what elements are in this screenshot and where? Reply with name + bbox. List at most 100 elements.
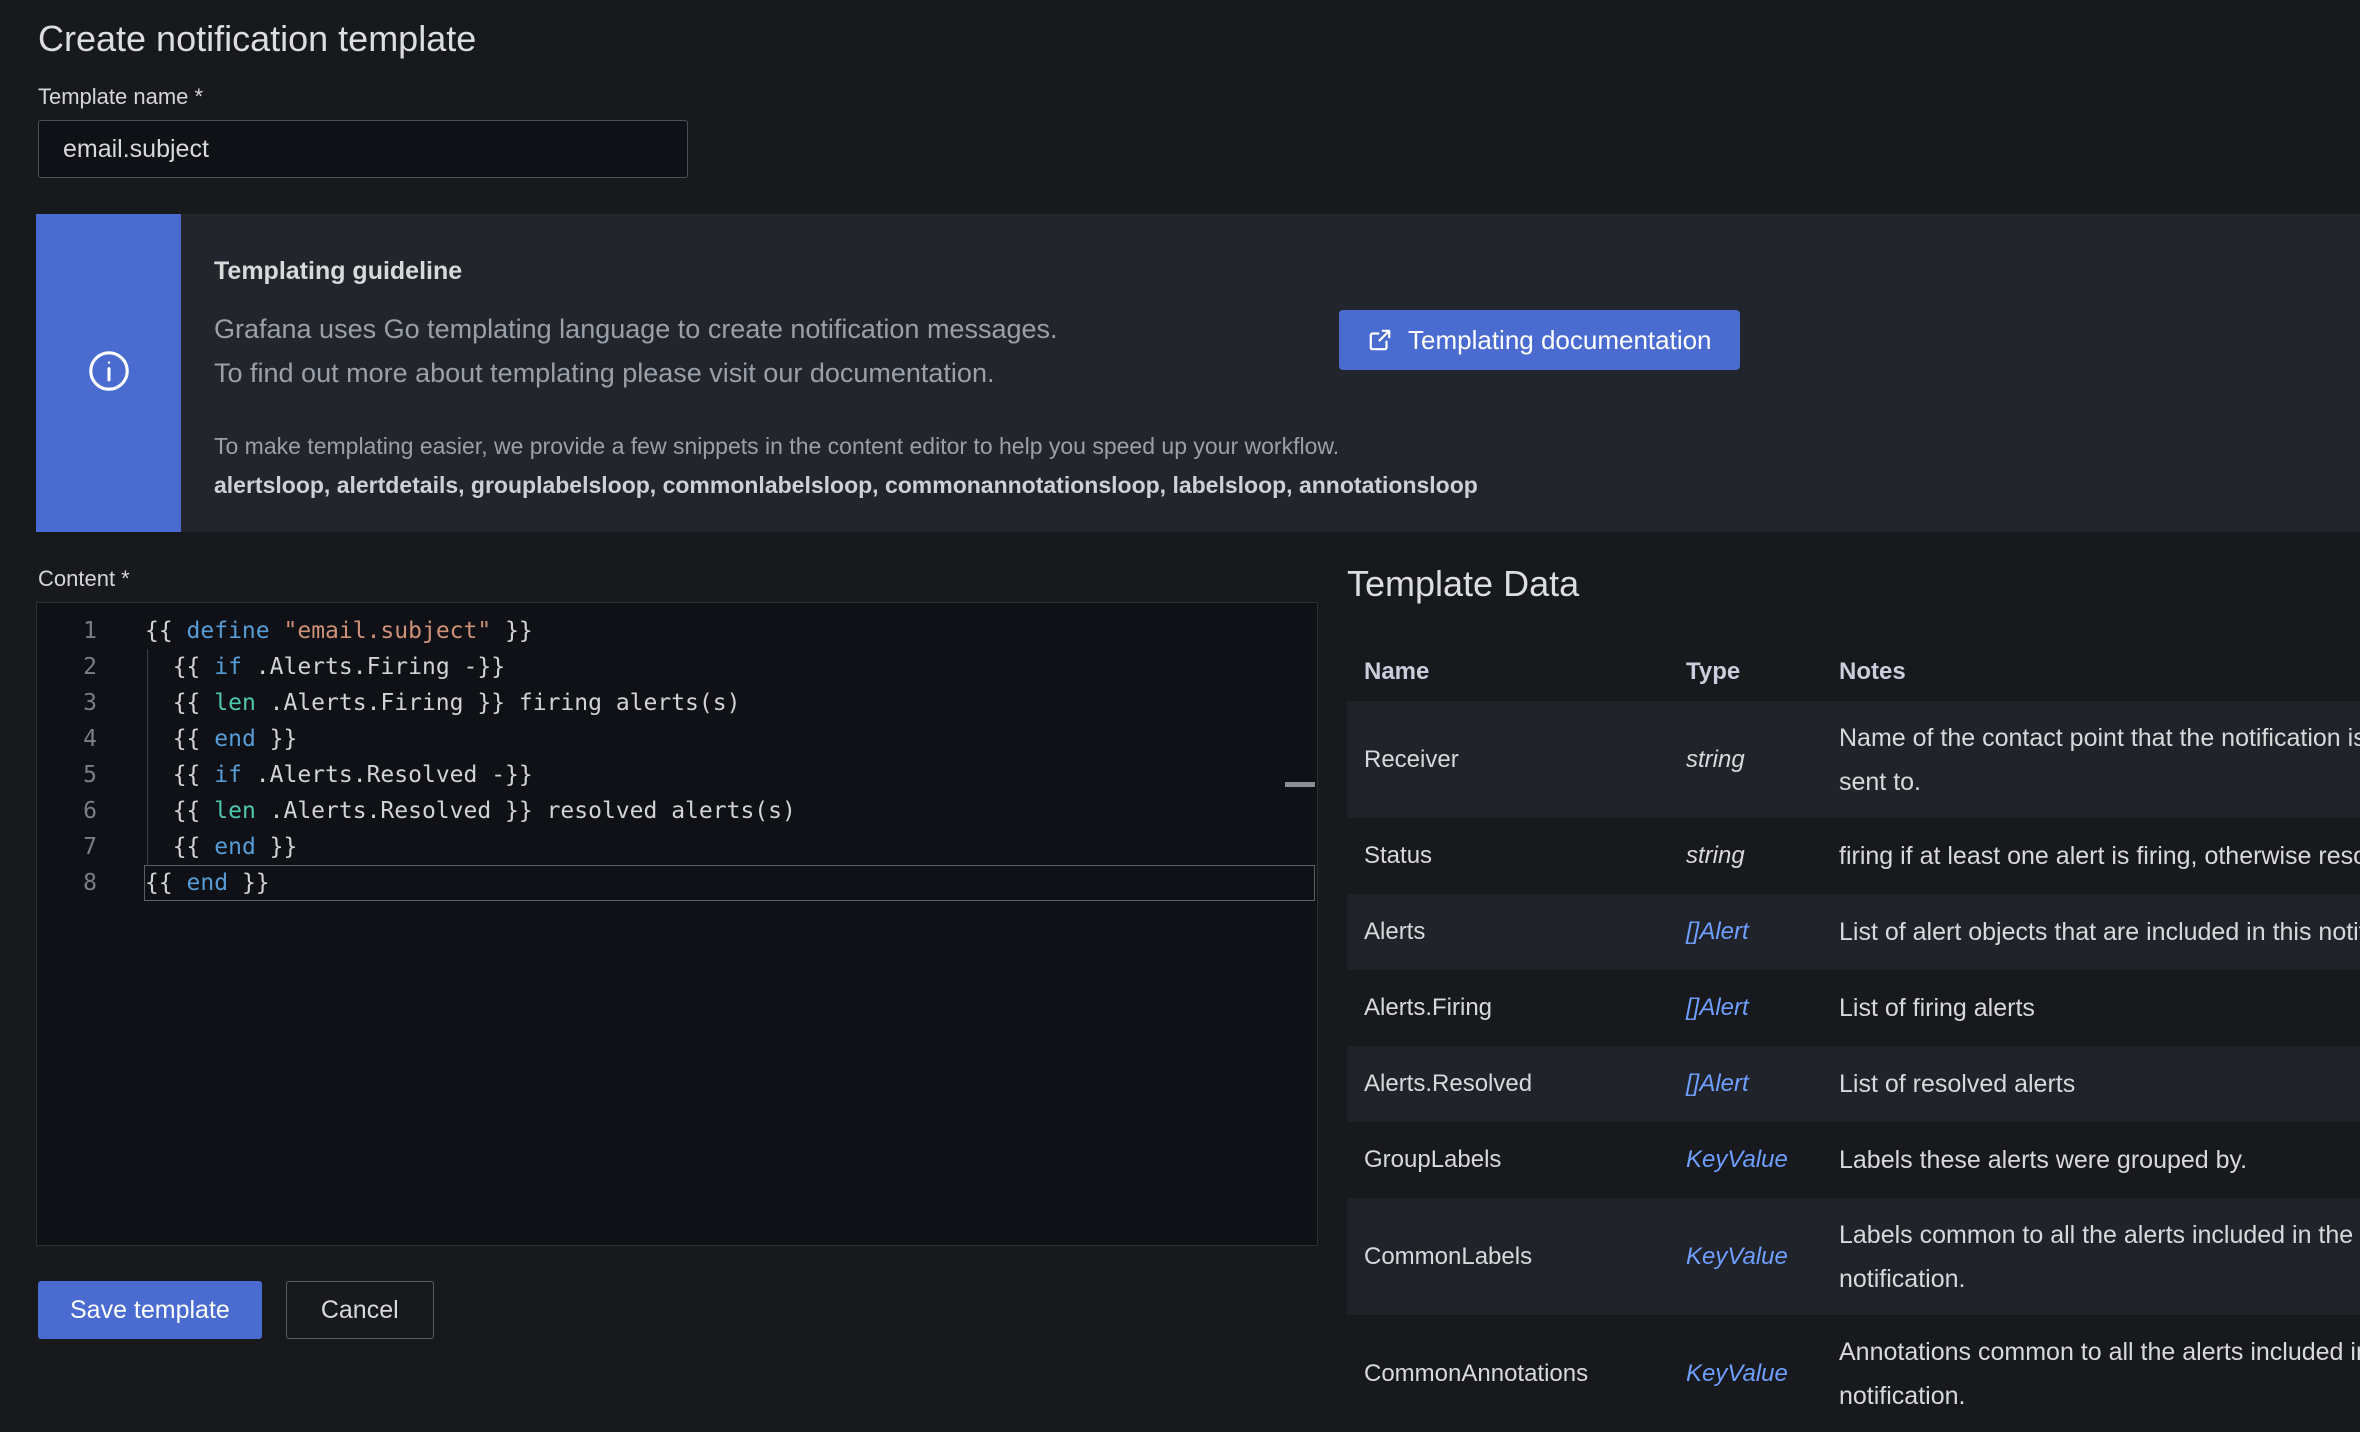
cell-name: Alerts.Resolved <box>1347 1070 1669 1098</box>
cancel-button[interactable]: Cancel <box>286 1281 434 1339</box>
templating-documentation-button-label: Templating documentation <box>1408 325 1712 356</box>
note-line: firing if at least one alert is firing, … <box>1839 834 2360 878</box>
note-line: List of firing alerts <box>1839 986 2360 1030</box>
template-data-rows: Receiver string Name of the contact point … <box>1347 701 2360 1432</box>
column-header-name: Name <box>1347 658 1669 686</box>
banner-snippets-list: alertsloop, alertdetails, grouplabelsloo… <box>214 472 1478 499</box>
table-row: GroupLabels KeyValue Labels these alerts w… <box>1347 1122 2360 1198</box>
external-link-icon <box>1367 327 1393 353</box>
line-number: 1 <box>37 613 97 649</box>
templating-documentation-button[interactable]: Templating documentation <box>1339 310 1740 370</box>
cell-notes: List of resolved alerts <box>1822 1062 2360 1106</box>
banner-text-line1: Grafana uses Go templating language to c… <box>214 314 1058 345</box>
template-data-header-row: Name Type Notes <box>1347 643 2360 701</box>
cell-notes: List of alert objects that are included … <box>1822 910 2360 954</box>
cell-notes: firing if at least one alert is firing, … <box>1822 834 2360 878</box>
create-notification-template-page: Create notification template Template na… <box>0 0 2360 1396</box>
type-link[interactable]: KeyValue <box>1686 1146 1788 1173</box>
note-line: notification. <box>1839 1257 2360 1301</box>
code-text: {{ define "email.subject" }} <box>97 613 533 649</box>
type-text: string <box>1686 842 1745 869</box>
page-title: Create notification template <box>38 18 476 60</box>
code-line: 6 {{ len .Alerts.Resolved }} resolved al… <box>37 793 1317 829</box>
type-link[interactable]: []Alert <box>1686 918 1749 945</box>
note-line: Name of the contact point that the notif… <box>1839 716 2360 760</box>
cell-type: KeyValue <box>1669 1243 1822 1271</box>
banner-snippets-intro: To make templating easier, we provide a … <box>214 433 1339 460</box>
note-line: Annotations common to all the alerts inc… <box>1839 1330 2360 1374</box>
type-link[interactable]: KeyValue <box>1686 1360 1788 1387</box>
banner-accent-strip <box>36 214 181 532</box>
current-line-highlight <box>144 865 1315 901</box>
code-text: {{ len .Alerts.Firing }} firing alerts(s… <box>97 685 740 721</box>
code-line: 1{{ define "email.subject" }} <box>37 613 1317 649</box>
type-link[interactable]: KeyValue <box>1686 1243 1788 1270</box>
cell-name: Status <box>1347 842 1669 870</box>
note-line: List of resolved alerts <box>1839 1062 2360 1106</box>
note-line: List of alert objects that are included … <box>1839 910 2360 954</box>
content-code-editor[interactable]: 1{{ define "email.subject" }}2 {{ if .Al… <box>36 602 1318 1246</box>
note-line: Labels these alerts were grouped by. <box>1839 1138 2360 1182</box>
type-text: string <box>1686 746 1745 773</box>
templating-guideline-banner: Templating guideline Grafana uses Go tem… <box>36 214 2360 532</box>
form-actions: Save template Cancel <box>38 1281 434 1339</box>
code-text: {{ len .Alerts.Resolved }} resolved aler… <box>97 793 796 829</box>
table-row: Status string firing if at least one alert… <box>1347 818 2360 894</box>
cell-type: []Alert <box>1669 1070 1822 1098</box>
info-icon <box>86 348 132 399</box>
banner-text-line2: To find out more about templating please… <box>214 358 994 389</box>
line-number: 3 <box>37 685 97 721</box>
cell-name: CommonAnnotations <box>1347 1360 1669 1388</box>
cell-notes: Annotations common to all the alerts inc… <box>1822 1330 2360 1418</box>
cell-name: Alerts <box>1347 918 1669 946</box>
column-header-type: Type <box>1669 658 1822 686</box>
code-line: 2 {{ if .Alerts.Firing -}} <box>37 649 1317 685</box>
banner-title: Templating guideline <box>214 257 462 286</box>
table-row: CommonLabels KeyValue Labels common to all… <box>1347 1198 2360 1315</box>
line-number: 5 <box>37 757 97 793</box>
indent-guide <box>147 649 148 865</box>
cell-name: CommonLabels <box>1347 1243 1669 1271</box>
template-data-panel: Template Data Name Type Notes Receiver st… <box>1347 561 2360 1432</box>
column-header-notes: Notes <box>1822 658 2360 686</box>
cell-notes: Labels common to all the alerts included… <box>1822 1213 2360 1301</box>
content-label: Content * <box>38 566 130 592</box>
code-text: {{ if .Alerts.Resolved -}} <box>97 757 533 793</box>
table-row: Alerts.Resolved []Alert List of resolved a… <box>1347 1046 2360 1122</box>
banner-content: Templating guideline Grafana uses Go tem… <box>181 214 2360 532</box>
cell-name: Receiver <box>1347 746 1669 774</box>
table-row: Alerts []Alert List of alert objects that … <box>1347 894 2360 970</box>
cell-notes: Name of the contact point that the notif… <box>1822 716 2360 804</box>
save-template-button[interactable]: Save template <box>38 1281 262 1339</box>
table-row: Alerts.Firing []Alert List of firing alert… <box>1347 970 2360 1046</box>
cell-name: Alerts.Firing <box>1347 994 1669 1022</box>
code-text: {{ if .Alerts.Firing -}} <box>97 649 505 685</box>
code-text: {{ end }} <box>97 829 297 865</box>
cell-name: GroupLabels <box>1347 1146 1669 1174</box>
editor-scrollbar[interactable] <box>1285 782 1315 787</box>
cell-type: []Alert <box>1669 994 1822 1022</box>
cell-type: KeyValue <box>1669 1360 1822 1388</box>
cell-type: string <box>1669 842 1822 870</box>
type-link[interactable]: []Alert <box>1686 994 1749 1021</box>
cell-type: []Alert <box>1669 918 1822 946</box>
line-number: 6 <box>37 793 97 829</box>
template-data-heading: Template Data <box>1347 561 2360 607</box>
cell-notes: List of firing alerts <box>1822 986 2360 1030</box>
code-line: 7 {{ end }} <box>37 829 1317 865</box>
cell-type: string <box>1669 746 1822 774</box>
template-name-input[interactable] <box>38 120 688 178</box>
code-lines: 1{{ define "email.subject" }}2 {{ if .Al… <box>37 613 1317 901</box>
line-number: 2 <box>37 649 97 685</box>
template-name-label: Template name * <box>38 84 203 110</box>
line-number: 7 <box>37 829 97 865</box>
table-row: Receiver string Name of the contact point … <box>1347 701 2360 818</box>
code-line: 4 {{ end }} <box>37 721 1317 757</box>
line-number: 8 <box>37 865 97 901</box>
type-link[interactable]: []Alert <box>1686 1070 1749 1097</box>
code-line: 5 {{ if .Alerts.Resolved -}} <box>37 757 1317 793</box>
note-line: Labels common to all the alerts included… <box>1839 1213 2360 1257</box>
code-line: 3 {{ len .Alerts.Firing }} firing alerts… <box>37 685 1317 721</box>
cell-notes: Labels these alerts were grouped by. <box>1822 1138 2360 1182</box>
table-row: CommonAnnotations KeyValue Annotations com… <box>1347 1315 2360 1432</box>
